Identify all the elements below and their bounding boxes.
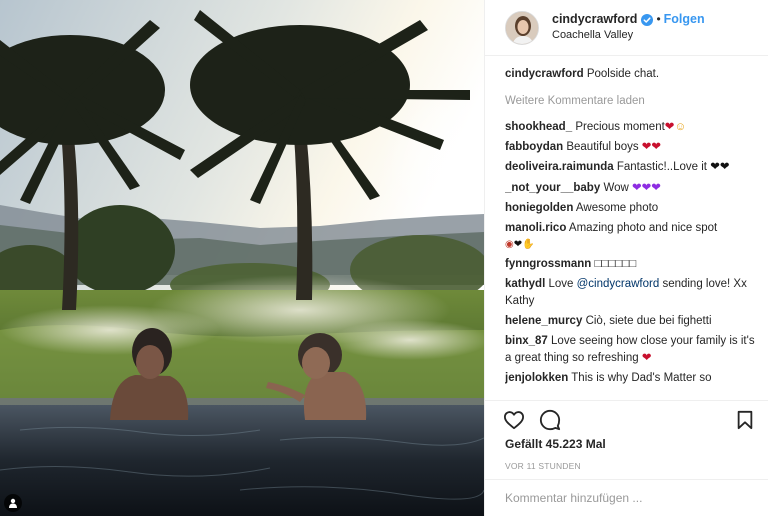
comment-text: Fantastic!..Love it [616, 161, 707, 174]
list-item: deoliveira.raimunda Fantastic!..Love it … [505, 159, 758, 176]
comment-text: Love [548, 278, 574, 291]
verified-badge-icon [641, 13, 654, 26]
list-item: shookhead_ Precious moment❤☺ [505, 119, 758, 136]
comment-username[interactable]: honiegolden [505, 202, 573, 214]
likes-count[interactable]: Gefällt 45.223 Mal [505, 437, 606, 451]
list-item: jenjolokken This is why Dad's Matter so [505, 370, 758, 387]
post-header: cindycrawford • Folgen Coachella Valley [485, 0, 768, 56]
separator-dot: • [656, 12, 661, 27]
comment-text: □□□□□□ [594, 258, 637, 271]
comment-username[interactable]: cindycrawford [505, 68, 584, 80]
list-item: binx_87 Love seeing how close your famil… [505, 333, 758, 366]
list-item: kathydl Love @cindycrawford sending love… [505, 276, 758, 309]
comment-username[interactable]: _not_your__baby [505, 182, 600, 194]
heart-emoji-icon: ❤ [513, 239, 523, 251]
two-hearts-emoji-icon: ❤❤ [641, 141, 662, 154]
comment-text: Awesome photo [575, 201, 659, 214]
comment-text: Poolside chat. [586, 68, 660, 80]
black-hearts-emoji-icon: ❤❤ [710, 161, 730, 174]
comment-username[interactable]: manoli.rico [505, 222, 566, 234]
comment-username[interactable]: kathydl [505, 278, 545, 290]
avatar[interactable] [505, 10, 539, 45]
load-more-comments-button[interactable]: Weitere Kommentare laden [505, 93, 758, 110]
post-image [0, 0, 484, 516]
comment-username[interactable]: helene_murcy [505, 315, 582, 327]
comment-text: Wow [603, 181, 629, 194]
caption: cindycrawford Poolside chat. [505, 66, 758, 83]
heart-emoji-icon: ❤ [641, 351, 652, 364]
action-bar [485, 400, 768, 438]
list-item: _not_your__baby Wow ❤❤❤ [505, 180, 758, 197]
add-comment-bar [485, 479, 768, 516]
comment-input[interactable] [505, 491, 748, 505]
comment-text: Ciò, siete due bei fighetti [585, 315, 712, 328]
post-side-panel: cindycrawford • Folgen Coachella Valley … [484, 0, 768, 516]
comment-username[interactable]: fabboydan [505, 141, 563, 153]
comment-text: Precious moment [575, 121, 665, 134]
location-link[interactable]: Coachella Valley [552, 29, 705, 43]
smile-emoji-icon: ☺ [674, 121, 687, 134]
post-photo[interactable] [0, 0, 484, 516]
list-item: honiegolden Awesome photo [505, 200, 758, 217]
speech-bubble-icon[interactable] [539, 409, 561, 431]
comment-text: Amazing photo and nice spot [568, 221, 718, 234]
mention-link[interactable]: @cindycrawford [577, 278, 660, 290]
list-item: fabboydan Beautiful boys ❤❤ [505, 139, 758, 156]
comment-username[interactable]: binx_87 [505, 335, 548, 347]
list-item: fynngrossmann □□□□□□ [505, 256, 758, 273]
username-link[interactable]: cindycrawford [552, 12, 637, 28]
list-item: manoli.rico Amazing photo and nice spot … [505, 220, 758, 253]
bookmark-icon[interactable] [736, 410, 754, 430]
heart-outline-icon[interactable] [503, 410, 525, 430]
comment-username[interactable]: jenjolokken [505, 372, 568, 384]
comment-username[interactable]: deoliveira.raimunda [505, 161, 614, 173]
comment-username[interactable]: shookhead_ [505, 121, 572, 133]
hand-emoji-icon: ✋ [522, 239, 535, 251]
comment-text: This is why Dad's Matter so [571, 371, 712, 384]
camera-emoji-icon: ◉ [505, 239, 514, 251]
comment-list: cindycrawford Poolside chat. Weitere Kom… [505, 66, 758, 396]
person-tag-icon[interactable] [4, 494, 22, 512]
follow-button[interactable]: Folgen [664, 12, 705, 28]
comment-username[interactable]: fynngrossmann [505, 258, 591, 270]
post-timestamp: VOR 11 STUNDEN [505, 461, 581, 471]
purple-hearts-emoji-icon: ❤❤❤ [632, 181, 661, 194]
heart-emoji-icon: ❤ [664, 121, 675, 134]
list-item: helene_murcy Ciò, siete due bei fighetti [505, 313, 758, 330]
comment-text: Beautiful boys [566, 141, 639, 154]
